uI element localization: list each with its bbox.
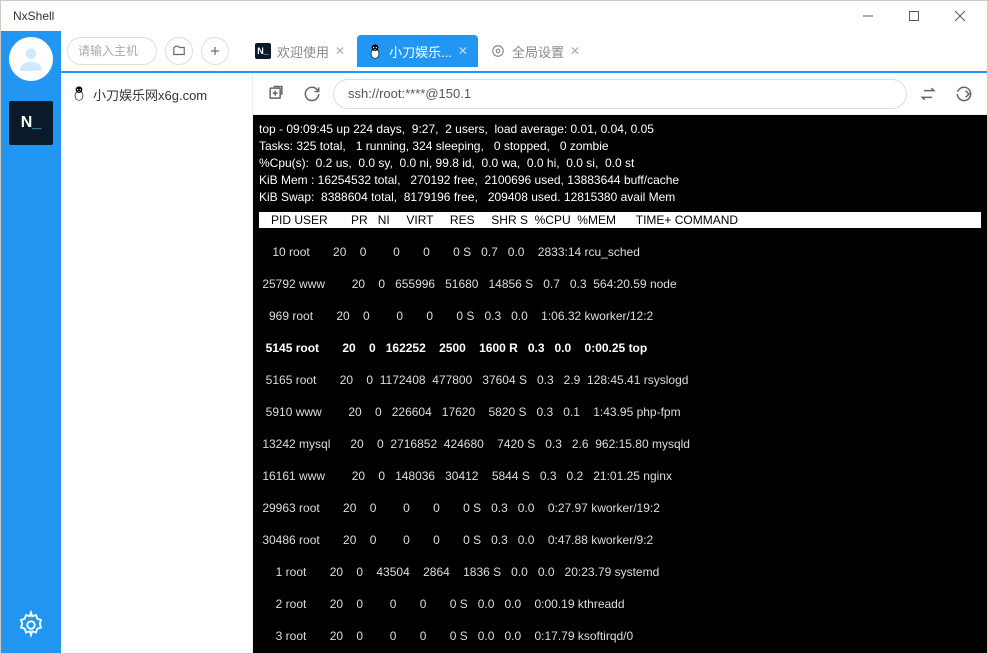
tab-label: 全局设置 bbox=[512, 42, 564, 61]
window-title: NxShell bbox=[13, 9, 845, 23]
folder-button[interactable] bbox=[165, 37, 193, 65]
minimize-button[interactable] bbox=[845, 1, 891, 31]
window-titlebar: NxShell bbox=[1, 1, 987, 31]
forward-button[interactable] bbox=[949, 79, 979, 109]
maximize-button[interactable] bbox=[891, 1, 937, 31]
host-input[interactable] bbox=[67, 37, 157, 65]
tab-label: 欢迎使用 bbox=[277, 42, 329, 61]
refresh-button[interactable] bbox=[297, 79, 327, 109]
tab-bar: N_ 欢迎使用 ✕ 小刀娱乐... ✕ 全局设置 ✕ bbox=[61, 31, 987, 73]
tux-icon bbox=[367, 43, 383, 59]
duplicate-tab-button[interactable] bbox=[261, 79, 291, 109]
settings-gear-icon[interactable] bbox=[16, 610, 46, 645]
close-button[interactable] bbox=[937, 1, 983, 31]
tab-close-icon[interactable]: ✕ bbox=[458, 44, 468, 58]
swap-button[interactable] bbox=[913, 79, 943, 109]
host-tree-item[interactable]: 小刀娱乐网x6g.com bbox=[61, 79, 252, 110]
tab-close-icon[interactable]: ✕ bbox=[570, 44, 580, 58]
host-tree-panel: 小刀娱乐网x6g.com bbox=[61, 73, 253, 653]
tab-1[interactable]: 小刀娱乐... ✕ bbox=[357, 35, 478, 67]
left-sidebar: N_ bbox=[1, 31, 61, 653]
terminal-toolbar bbox=[253, 73, 987, 115]
add-tab-button[interactable] bbox=[201, 37, 229, 65]
tab-2[interactable]: 全局设置 ✕ bbox=[480, 35, 590, 67]
address-input[interactable] bbox=[333, 79, 907, 109]
terminal-output[interactable]: top - 09:09:45 up 224 days, 9:27, 2 user… bbox=[253, 115, 987, 653]
gear-icon bbox=[490, 43, 506, 59]
nx-logo-icon[interactable]: N_ bbox=[9, 101, 53, 145]
user-avatar[interactable] bbox=[9, 37, 53, 81]
host-tree-item-label: 小刀娱乐网x6g.com bbox=[93, 85, 207, 104]
tab-0[interactable]: N_ 欢迎使用 ✕ bbox=[245, 35, 355, 67]
tab-label: 小刀娱乐... bbox=[389, 42, 452, 61]
tux-icon bbox=[71, 85, 87, 104]
nx-icon: N_ bbox=[255, 43, 271, 59]
tab-close-icon[interactable]: ✕ bbox=[335, 44, 345, 58]
